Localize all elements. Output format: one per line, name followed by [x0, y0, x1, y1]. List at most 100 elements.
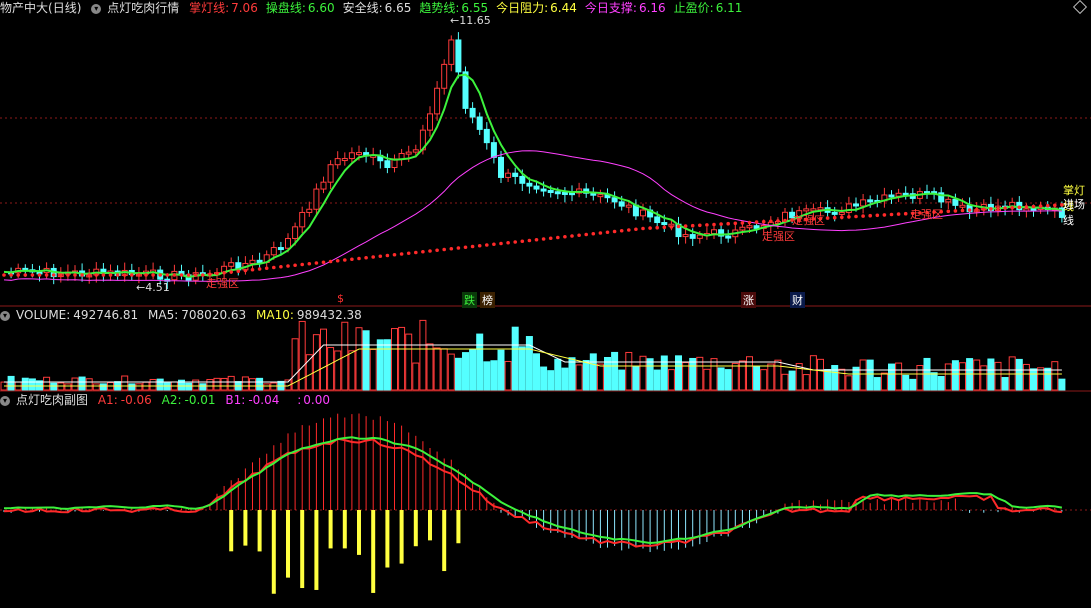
volume-bar: [859, 359, 867, 391]
trend-dot: [264, 266, 269, 271]
candle-body: [540, 188, 547, 192]
trend-dot: [747, 220, 752, 225]
volume-bar: [653, 369, 661, 391]
trend-dot: [861, 214, 865, 218]
trend-dot: [321, 260, 326, 265]
volume-bar: [398, 326, 406, 391]
sub-indicator-name: 点灯吃肉副图: [16, 393, 89, 407]
volume-bar: [809, 355, 817, 391]
trend-dot: [94, 273, 99, 277]
volume-bar: [717, 367, 725, 391]
volume-bar: [646, 358, 654, 391]
trend-dot: [996, 206, 1000, 211]
trend-dot: [492, 242, 496, 247]
trend-dot: [485, 243, 489, 247]
trend-dot: [9, 273, 13, 277]
trend-dot: [66, 273, 70, 277]
collapse-icon[interactable]: ▾: [0, 310, 10, 321]
trend-dot: [158, 273, 162, 277]
ma10-value: 989432.38: [296, 308, 362, 322]
chart-canvas[interactable]: [0, 0, 1091, 608]
candle-body: [455, 39, 462, 73]
trend-dot: [80, 273, 84, 277]
volume-bar: [582, 359, 590, 391]
trend-dot: [23, 273, 28, 277]
trend-dot: [371, 255, 376, 259]
trend-dot: [165, 273, 170, 277]
candle-body: [526, 182, 533, 187]
trend-dot: [847, 215, 851, 219]
candle-body: [348, 152, 355, 160]
volume-bar: [241, 376, 249, 391]
volume-bar: [128, 383, 136, 391]
volume-bar: [994, 361, 1002, 391]
candle-body: [1030, 208, 1037, 212]
volume-bar: [980, 365, 988, 391]
event-tag[interactable]: $: [335, 292, 346, 305]
trend-dot: [705, 223, 709, 227]
trend-dot: [328, 259, 333, 264]
trend-dot: [257, 267, 262, 271]
volume-bar: [206, 378, 214, 391]
volume-bar: [703, 368, 711, 391]
volume-bar: [447, 353, 455, 391]
volume-bar: [817, 358, 824, 391]
volume-bar: [21, 377, 29, 391]
candle-body: [285, 238, 291, 249]
yellow-bar: [399, 510, 404, 564]
volume-bar: [504, 360, 512, 391]
trend-dot: [577, 233, 581, 238]
event-tag[interactable]: 涨: [741, 292, 756, 308]
trend-dot: [456, 246, 461, 250]
yellow-bar: [286, 510, 290, 578]
candle-body: [888, 194, 895, 198]
volume-bar: [682, 362, 690, 391]
trend-dot: [520, 239, 525, 244]
trend-dot: [683, 224, 688, 228]
trend-dot: [1003, 206, 1007, 210]
collapse-icon[interactable]: ▾: [0, 395, 10, 406]
candle-body: [412, 149, 419, 153]
volume-bar: [760, 369, 768, 391]
yellow-bar: [243, 510, 248, 546]
volume-bar: [632, 366, 640, 391]
trend-dot: [690, 223, 695, 228]
trend-dot: [16, 273, 21, 277]
trend-dot: [1010, 205, 1014, 210]
trend-dot: [875, 213, 880, 218]
event-tag[interactable]: 榜: [480, 292, 495, 308]
volume-bar: [426, 343, 434, 391]
volume-bar: [895, 362, 903, 391]
volume-bar: [497, 349, 505, 391]
volume-bar: [639, 355, 647, 391]
trend-dot: [250, 267, 255, 272]
volume-header: ▾ VOLUME: 492746.81 MA5: 708020.63 MA10: 989…: [0, 307, 368, 323]
trend-dot: [641, 226, 645, 231]
volume-label: VOLUME:: [16, 308, 71, 322]
trend-dot: [1053, 203, 1057, 208]
yellow-bar: [342, 510, 347, 549]
candle-body: [959, 204, 966, 208]
trend-dot: [172, 273, 177, 277]
trend-dot: [87, 273, 91, 277]
trend-dot: [832, 215, 837, 220]
candle-body: [831, 211, 838, 215]
event-tag[interactable]: 跌: [462, 292, 477, 308]
extra-label: :: [297, 393, 302, 407]
zone-label: 走强区: [792, 214, 825, 227]
trend-dot: [556, 235, 560, 240]
trend-dot: [442, 247, 447, 252]
trend-dot: [193, 273, 198, 277]
trend-dot: [279, 264, 283, 269]
yellow-bar: [385, 510, 390, 568]
trend-dot: [896, 212, 901, 216]
trend-dot: [243, 268, 248, 273]
event-tag[interactable]: 财: [790, 292, 805, 308]
candle-body: [746, 225, 753, 229]
b1-value: -0.04: [248, 393, 280, 407]
trend-dot: [343, 258, 347, 262]
volume-bar: [724, 369, 732, 391]
volume-bar: [738, 360, 746, 391]
trend-dot: [435, 248, 439, 253]
a2-label: A2:: [161, 393, 182, 407]
